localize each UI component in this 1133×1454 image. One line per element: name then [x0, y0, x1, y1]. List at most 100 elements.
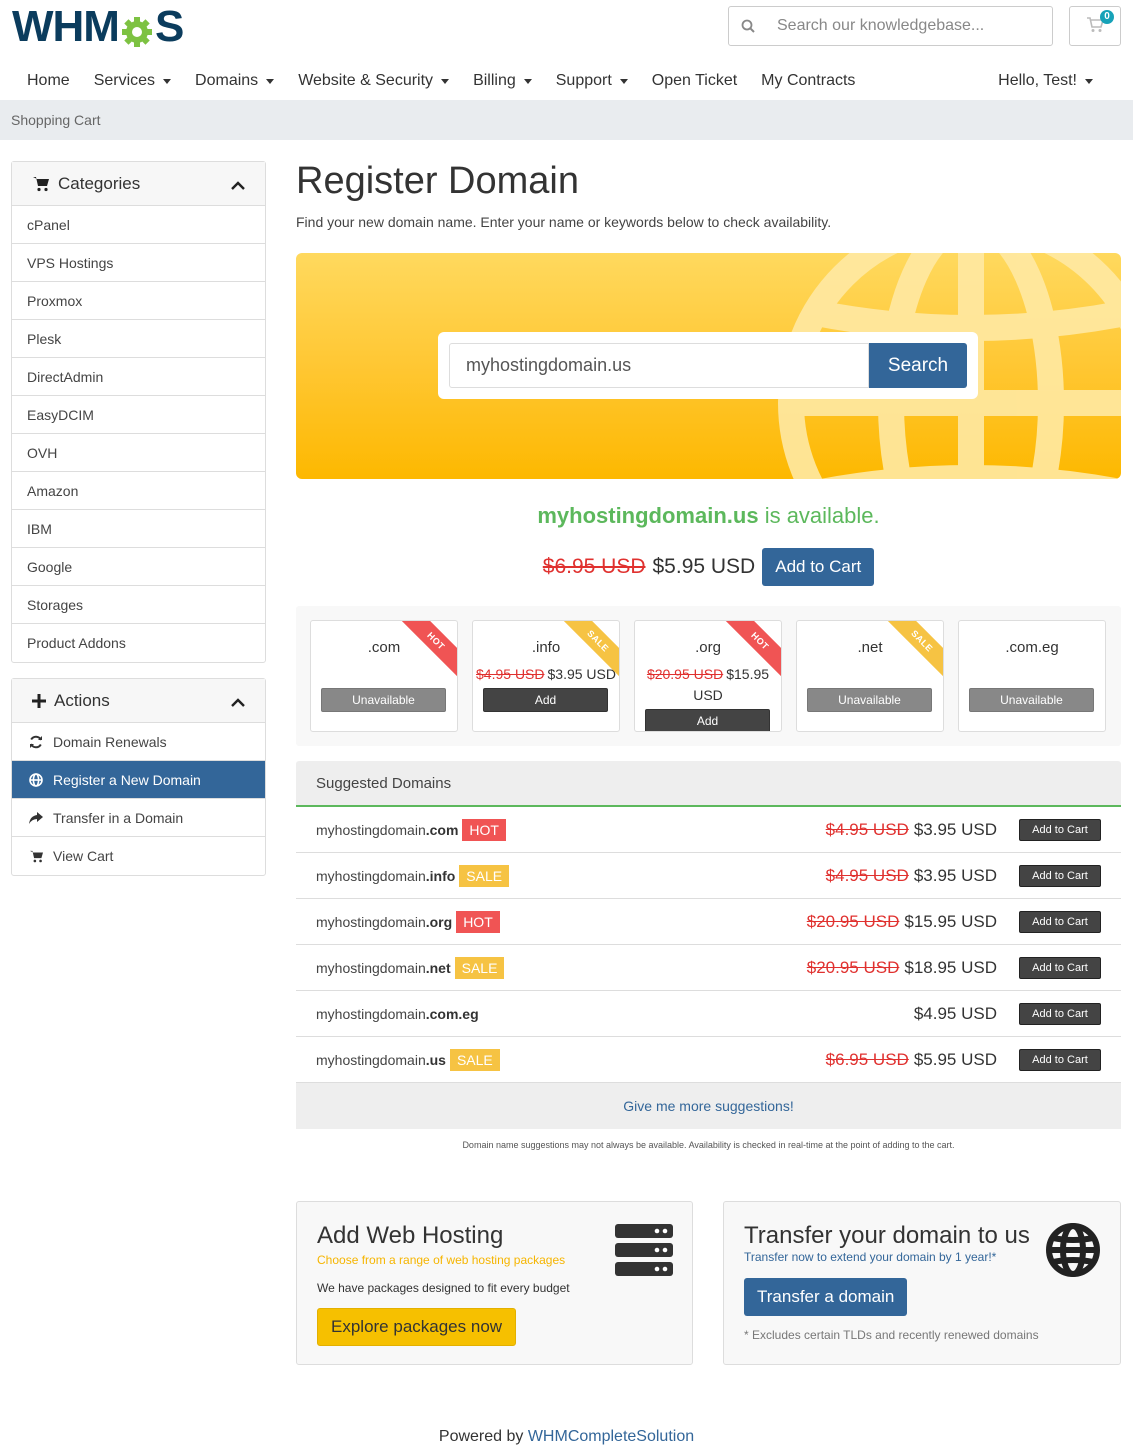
- spotlight-tld-card: .net SALE Unavailable: [796, 620, 944, 732]
- main-nav: Home Services Domains Website & Security Bil…: [0, 62, 1133, 100]
- user-menu[interactable]: Hello, Test!: [986, 62, 1105, 100]
- sidebar-category-item[interactable]: cPanel: [12, 206, 265, 244]
- nav-item-label: Support: [555, 72, 612, 89]
- nav-item-services[interactable]: Services: [82, 72, 183, 90]
- sidebar-action-item[interactable]: Transfer in a Domain: [12, 799, 265, 837]
- sidebar-category-item[interactable]: DirectAdmin: [12, 358, 265, 396]
- sidebar-category-item[interactable]: Storages: [12, 586, 265, 624]
- domain-tld: .org: [425, 913, 453, 930]
- nav-item-label: My Contracts: [761, 72, 856, 89]
- suggested-domain-row: myhostingdomain .info SALE $4.95 USD $3.95 U…: [296, 853, 1121, 899]
- domain-old-price: $6.95 USD: [825, 1049, 909, 1069]
- actions-title: Actions: [54, 690, 110, 710]
- nav-item-label: Services: [93, 72, 156, 89]
- logo-text-left: WHM: [12, 2, 120, 51]
- actions-header[interactable]: Actions: [12, 679, 265, 723]
- nav-item-open-ticket[interactable]: Open Ticket: [640, 72, 749, 90]
- domain-price: $20.95 USD $18.95 USD: [807, 958, 997, 978]
- availability-message: myhostingdomain.us is available.: [296, 503, 1121, 529]
- gear-icon: [120, 10, 154, 47]
- categories-header[interactable]: Categories: [12, 162, 265, 206]
- add-to-cart-button[interactable]: Add to Cart: [1019, 1048, 1101, 1071]
- explore-packages-button[interactable]: Explore packages now: [317, 1308, 517, 1346]
- nav-item-domains[interactable]: Domains: [183, 72, 286, 90]
- domain-old-price: $4.95 USD: [825, 819, 909, 839]
- sidebar-category-item[interactable]: Amazon: [12, 472, 265, 510]
- domain-current-price: $18.95 USD: [904, 957, 997, 977]
- tld-unavailable-button: Unavailable: [807, 688, 932, 712]
- tld-unavailable-button: Unavailable: [321, 688, 446, 712]
- sidebar-category-label: EasyDCIM: [27, 406, 94, 423]
- sidebar-category-item[interactable]: Plesk: [12, 320, 265, 358]
- nav-item-billing[interactable]: Billing: [461, 72, 544, 90]
- spotlight-tld-card: .info SALE $4.95 USD $3.95 USD Add: [472, 620, 620, 732]
- chevron-up-icon[interactable]: [231, 693, 245, 713]
- domain-search-input[interactable]: [449, 343, 869, 388]
- share-icon: [27, 811, 45, 824]
- add-to-cart-button[interactable]: Add to Cart: [1019, 818, 1101, 841]
- cart-icon: [27, 850, 45, 863]
- sidebar-category-label: Product Addons: [27, 635, 126, 651]
- nav-item-support[interactable]: Support: [544, 72, 640, 90]
- suggested-domains: Suggested Domains myhostingdomain .com HOT…: [296, 761, 1121, 1129]
- chevron-up-icon[interactable]: [231, 176, 245, 196]
- user-greeting: Hello, Test!: [998, 72, 1077, 89]
- sidebar-action-item[interactable]: View Cart: [12, 837, 265, 875]
- domain-tag-badge: SALE: [459, 864, 510, 887]
- add-to-cart-button[interactable]: Add to Cart: [1019, 956, 1101, 979]
- hosting-promo-subtitle: Choose from a range of web hosting packa…: [317, 1253, 566, 1267]
- tld-old-price: $4.95 USD: [476, 666, 545, 682]
- domain-price: $4.95 USD $3.95 USD: [826, 866, 997, 886]
- sidebar-category-label: Plesk: [27, 330, 62, 347]
- suggested-domain-row: myhostingdomain .com.eg $4.95 USD Add to Ca…: [296, 991, 1121, 1037]
- cart-count-badge: 0: [1100, 10, 1114, 24]
- sidebar-category-label: Amazon: [27, 482, 79, 499]
- sidebar-category-item[interactable]: IBM: [12, 510, 265, 548]
- add-to-cart-button[interactable]: Add to Cart: [1019, 910, 1101, 933]
- nav-item-label: Home: [27, 72, 70, 89]
- cart-icon: [32, 176, 50, 192]
- nav-item-label: Website & Security: [298, 72, 434, 89]
- tld-add-button[interactable]: Add: [645, 709, 770, 731]
- tld-add-button[interactable]: Add: [483, 688, 608, 712]
- sidebar-category-label: IBM: [27, 520, 52, 537]
- breadcrumb: Shopping Cart: [0, 100, 1133, 140]
- refresh-icon: [27, 735, 45, 749]
- whmcs-logo[interactable]: WHM S: [12, 2, 184, 51]
- footer-link[interactable]: WHMCompleteSolution: [528, 1428, 694, 1445]
- kb-search-input[interactable]: [767, 17, 1052, 35]
- sidebar-action-item[interactable]: Register a New Domain: [12, 761, 265, 799]
- domain-sld: myhostingdomain: [316, 959, 426, 976]
- sidebar-category-item[interactable]: Google: [12, 548, 265, 586]
- sidebar-category-item[interactable]: Product Addons: [12, 624, 265, 662]
- hosting-promo: Add Web Hosting Choose from a range of w…: [296, 1201, 693, 1365]
- nav-item-home[interactable]: Home: [0, 72, 82, 90]
- categories-list: cPanel VPS Hostings Proxmox Plesk DirectAdmi…: [12, 206, 265, 662]
- more-suggestions-link[interactable]: Give me more suggestions!: [296, 1083, 1121, 1129]
- nav-item-my-contracts[interactable]: My Contracts: [749, 72, 867, 90]
- add-to-cart-button[interactable]: Add to Cart: [1019, 1002, 1101, 1025]
- cart-button[interactable]: 0: [1069, 6, 1121, 46]
- actions-list: Domain Renewals Register a New Domain Tran…: [12, 723, 265, 875]
- domain-tld: .net: [425, 959, 451, 976]
- add-to-cart-button[interactable]: Add to Cart: [1019, 864, 1101, 887]
- domain-tag-badge: SALE: [454, 956, 505, 979]
- add-to-cart-button[interactable]: Add to Cart: [762, 548, 875, 586]
- hosting-promo-desc: We have packages designed to fit every b…: [317, 1281, 570, 1295]
- sidebar-category-item[interactable]: VPS Hostings: [12, 244, 265, 282]
- domain-sld: myhostingdomain: [316, 867, 426, 884]
- kb-search[interactable]: [728, 6, 1053, 46]
- categories-title: Categories: [58, 173, 141, 193]
- sidebar-action-item[interactable]: Domain Renewals: [12, 723, 265, 761]
- nav-item-website-security[interactable]: Website & Security: [286, 72, 461, 90]
- caret-down-icon: [266, 78, 275, 84]
- search-button[interactable]: Search: [869, 343, 967, 388]
- sidebar-category-item[interactable]: Proxmox: [12, 282, 265, 320]
- domain-current-price: $3.95 USD: [913, 865, 997, 885]
- sidebar-category-item[interactable]: OVH: [12, 434, 265, 472]
- transfer-promo-footnote: * Excludes certain TLDs and recently ren…: [744, 1328, 1039, 1342]
- transfer-domain-button[interactable]: Transfer a domain: [744, 1278, 908, 1316]
- sidebar-category-item[interactable]: EasyDCIM: [12, 396, 265, 434]
- sidebar-category-label: DirectAdmin: [27, 368, 104, 385]
- breadcrumb-item[interactable]: Shopping Cart: [11, 112, 101, 128]
